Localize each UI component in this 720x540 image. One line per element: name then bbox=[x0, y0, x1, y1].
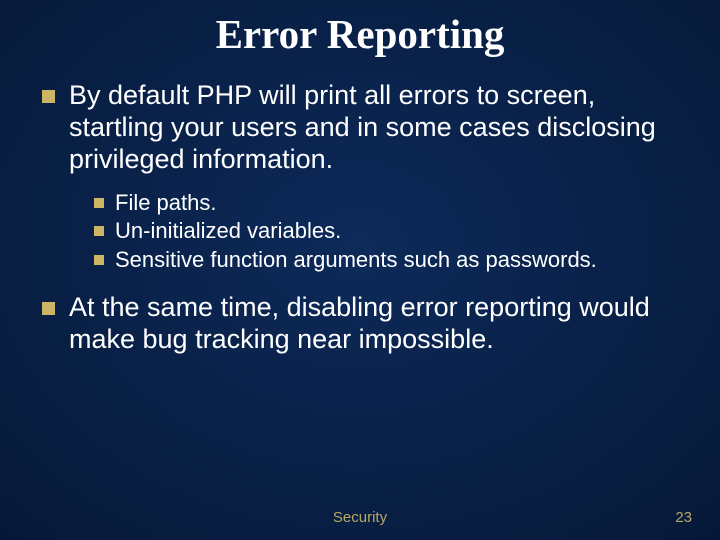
page-number: 23 bbox=[675, 509, 692, 526]
slide-footer: Security 23 bbox=[0, 509, 720, 526]
bullet-item: Un-initialized variables. bbox=[94, 218, 682, 245]
slide-title: Error Reporting bbox=[38, 10, 682, 58]
bullet-text: At the same time, disabling error report… bbox=[69, 292, 682, 356]
bullet-text: File paths. bbox=[115, 190, 217, 217]
slide-content: By default PHP will print all errors to … bbox=[38, 80, 682, 356]
bullet-item: File paths. bbox=[94, 190, 682, 217]
footer-label: Security bbox=[333, 509, 387, 526]
bullet-item: At the same time, disabling error report… bbox=[42, 292, 682, 356]
square-bullet-icon bbox=[94, 255, 104, 265]
bullet-item: Sensitive function arguments such as pas… bbox=[94, 247, 682, 274]
bullet-text: Sensitive function arguments such as pas… bbox=[115, 247, 597, 274]
square-bullet-icon bbox=[94, 226, 104, 236]
bullet-text: By default PHP will print all errors to … bbox=[69, 80, 682, 176]
square-bullet-icon bbox=[42, 90, 55, 103]
slide: Error Reporting By default PHP will prin… bbox=[0, 0, 720, 540]
bullet-item: By default PHP will print all errors to … bbox=[42, 80, 682, 176]
bullet-text: Un-initialized variables. bbox=[115, 218, 341, 245]
square-bullet-icon bbox=[94, 198, 104, 208]
square-bullet-icon bbox=[42, 302, 55, 315]
sub-bullet-list: File paths. Un-initialized variables. Se… bbox=[42, 190, 682, 274]
